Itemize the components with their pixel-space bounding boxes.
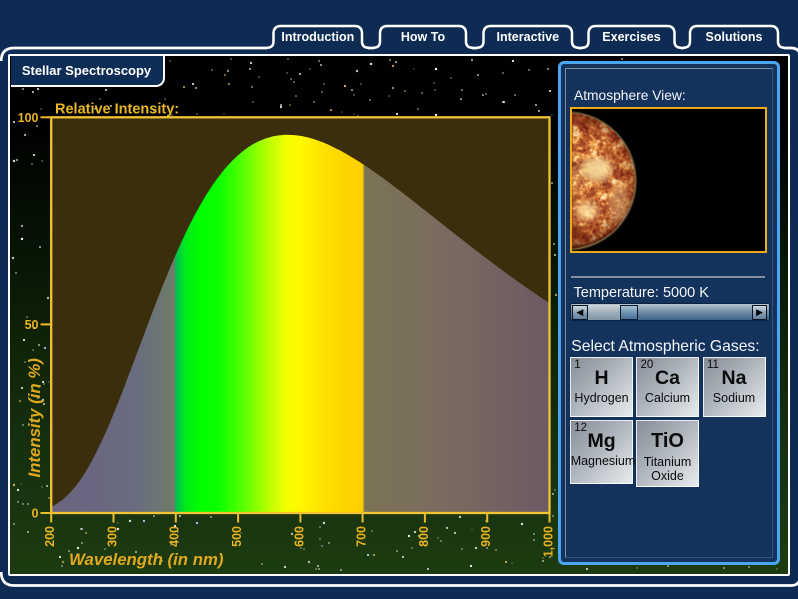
svg-text:Interactive: Interactive <box>497 30 560 44</box>
svg-text:Exercises: Exercises <box>602 30 660 44</box>
svg-text:Solutions: Solutions <box>706 30 763 44</box>
svg-text:Introduction: Introduction <box>281 30 354 44</box>
svg-text:How To: How To <box>401 30 446 44</box>
